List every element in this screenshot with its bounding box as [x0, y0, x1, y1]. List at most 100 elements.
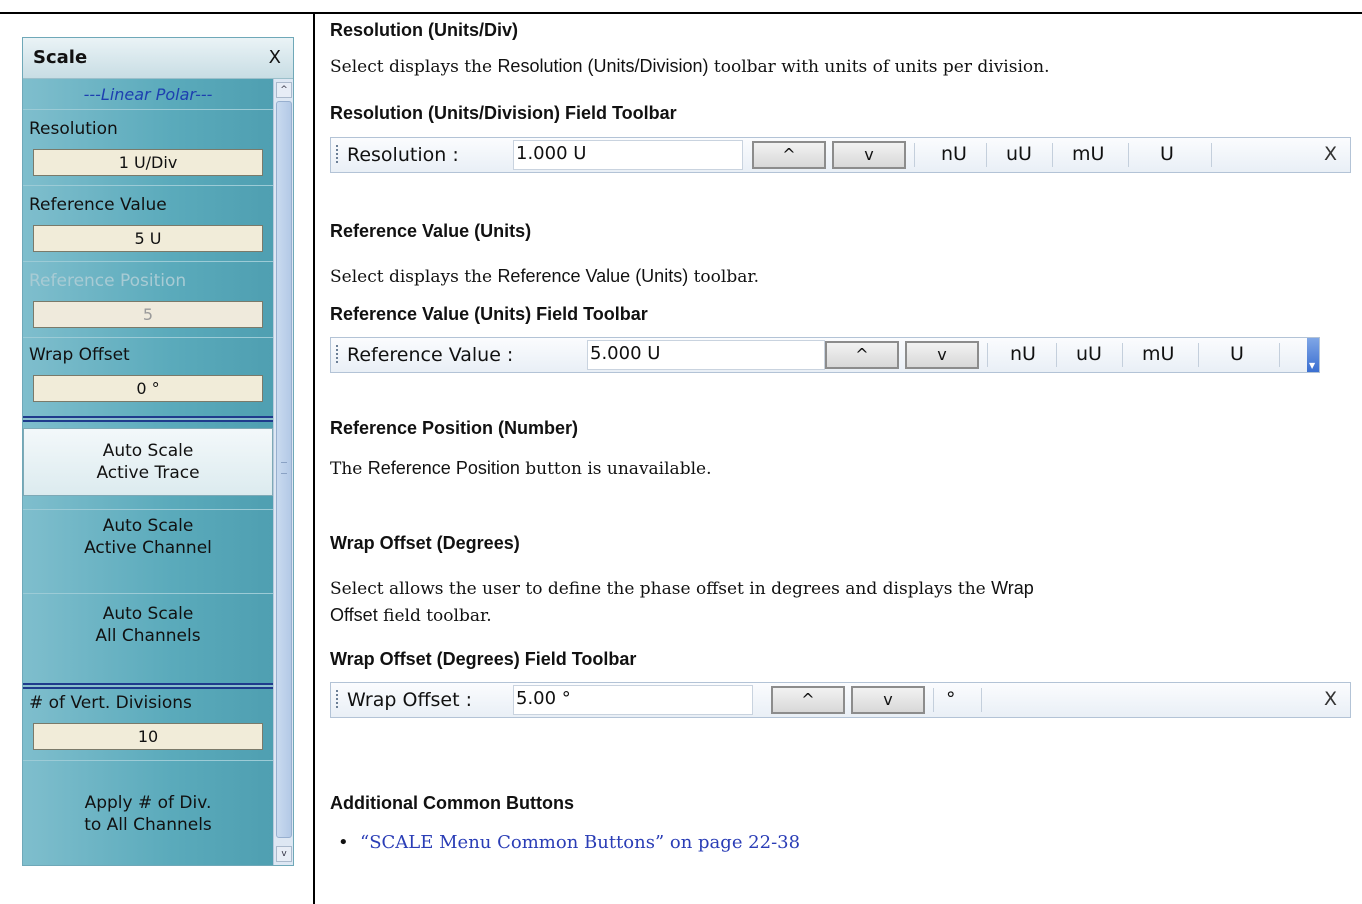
unit-uU-button[interactable]: uU [1076, 343, 1102, 365]
menu-heading: ---Linear Polar--- [83, 85, 213, 104]
unit-mU-button[interactable]: mU [1142, 343, 1174, 365]
heading-reference-value: Reference Value (Units) [330, 221, 532, 241]
toolbar-label: Reference Value : [347, 344, 514, 366]
separator [23, 593, 273, 594]
button-line: Auto Scale [102, 516, 194, 536]
unit-U-button[interactable]: U [1230, 343, 1244, 365]
heading-resolution: Resolution (Units/Div) [330, 20, 518, 40]
unit-uU-button[interactable]: uU [1006, 143, 1032, 165]
unit-mU-button[interactable]: mU [1072, 143, 1104, 165]
separator [914, 143, 915, 167]
text: button is unavailable. [519, 459, 712, 479]
unit-nU-button[interactable]: nU [1010, 343, 1036, 365]
separator [1052, 143, 1053, 167]
link-text: “SCALE Menu Common Buttons” on page 22-3… [360, 832, 801, 853]
separator [23, 109, 273, 110]
para-reference-value: Select displays the Reference Value (Uni… [330, 263, 759, 290]
separator [1128, 143, 1129, 167]
reference-value-input[interactable]: 5.000 U [587, 340, 825, 370]
resolution-toolbar: Resolution : 1.000 U ^ v nU uU mU U X [330, 137, 1351, 173]
increment-button[interactable]: ^ [771, 686, 845, 714]
menu-column: ---Linear Polar--- Resolution 1 U/Div Re… [23, 79, 273, 865]
decrement-button[interactable]: v [851, 686, 925, 714]
button-line: Active Channel [84, 538, 212, 558]
heading-wrap-offset: Wrap Offset (Degrees) [330, 533, 520, 553]
separator [1211, 143, 1212, 167]
wrap-offset-field[interactable]: 0 ° [33, 375, 263, 402]
vert-divisions-field[interactable]: 10 [33, 723, 263, 750]
close-icon[interactable]: X [1324, 688, 1337, 710]
separator [986, 143, 987, 167]
text: Select allows the user to define the pha… [330, 579, 992, 599]
apply-div-all-channels-button[interactable]: Apply # of Div. to All Channels [23, 792, 273, 852]
button-line: Auto Scale [102, 441, 194, 461]
button-line: Apply # of Div. [84, 793, 212, 813]
separator [1056, 343, 1057, 367]
toolbar-grip-icon[interactable] [336, 145, 338, 165]
increment-button[interactable]: ^ [825, 341, 899, 369]
separator [23, 509, 273, 510]
reference-position-field: 5 [33, 301, 263, 328]
decrement-button[interactable]: v [905, 341, 979, 369]
text: Select displays the [330, 267, 498, 287]
wrap-offset-toolbar: Wrap Offset : 5.00 ° ^ v ° X [330, 682, 1351, 718]
separator [933, 688, 934, 712]
separator [981, 688, 982, 712]
toolbar-grip-icon[interactable] [336, 345, 338, 365]
button-line: to All Channels [84, 815, 212, 835]
button-line: Active Trace [96, 463, 200, 483]
auto-scale-active-channel-button[interactable]: Auto Scale Active Channel [23, 515, 273, 583]
separator [1198, 343, 1199, 367]
toolbar-grip-icon[interactable] [336, 690, 338, 710]
button-line: Auto Scale [102, 604, 194, 624]
auto-scale-active-trace-button[interactable]: Auto Scale Active Trace [23, 428, 273, 496]
scroll-up-icon[interactable]: ^ [276, 82, 292, 98]
resolution-input[interactable]: 1.000 U [513, 140, 743, 170]
button-line: All Channels [95, 626, 201, 646]
reference-value-toolbar: Reference Value : 5.000 U ^ v nU uU mU U… [330, 337, 1320, 373]
close-icon[interactable]: X [269, 47, 281, 68]
common-buttons-link[interactable]: • “SCALE Menu Common Buttons” on page 22-… [338, 832, 801, 853]
increment-button[interactable]: ^ [752, 141, 826, 169]
bullet-icon: • [338, 832, 349, 853]
separator [23, 261, 273, 262]
ui-term: Offset [330, 605, 378, 625]
decrement-button[interactable]: v [832, 141, 906, 169]
menu-title: Scale [33, 47, 88, 68]
para-reference-position: The Reference Position button is unavail… [330, 455, 711, 482]
scroll-thumb[interactable] [276, 101, 292, 838]
heading-wrap-toolbar: Wrap Offset (Degrees) Field Toolbar [330, 649, 637, 669]
ui-term: Reference Position [367, 458, 520, 478]
text: toolbar. [688, 267, 760, 287]
overflow-chevron-icon[interactable]: ▼ [1307, 338, 1319, 372]
separator [1122, 343, 1123, 367]
toolbar-label: Wrap Offset : [347, 689, 473, 711]
grip-icon [281, 462, 287, 474]
unit-U-button[interactable]: U [1160, 143, 1174, 165]
ui-term: Resolution (Units/Division) [497, 56, 709, 76]
vert-divisions-label: # of Vert. Divisions [29, 693, 192, 713]
resolution-field[interactable]: 1 U/Div [33, 149, 263, 176]
scroll-down-icon[interactable]: v [276, 846, 292, 862]
heading-reference-position: Reference Position (Number) [330, 418, 579, 438]
menu-title-bar: Scale X [23, 38, 293, 79]
wrap-offset-input[interactable]: 5.00 ° [513, 685, 753, 715]
wrap-offset-label: Wrap Offset [29, 345, 130, 365]
unit-degree-button[interactable]: ° [946, 688, 956, 710]
close-icon[interactable]: X [1324, 143, 1337, 165]
para-resolution: Select displays the Resolution (Units/Di… [330, 53, 1049, 80]
para-wrap-offset: Select allows the user to define the pha… [330, 575, 1350, 629]
top-rule [0, 12, 1362, 14]
column-divider [313, 12, 315, 904]
heading-reference-toolbar: Reference Value (Units) Field Toolbar [330, 304, 648, 324]
auto-scale-all-channels-button[interactable]: Auto Scale All Channels [23, 603, 273, 671]
ui-term: Wrap [991, 578, 1034, 598]
reference-value-field[interactable]: 5 U [33, 225, 263, 252]
menu-scrollbar[interactable]: ^ v [273, 79, 293, 865]
unit-nU-button[interactable]: nU [941, 143, 967, 165]
separator [23, 337, 273, 338]
reference-value-label: Reference Value [29, 195, 167, 215]
separator [23, 760, 273, 761]
text: field toolbar. [377, 606, 492, 626]
resolution-label: Resolution [29, 119, 118, 139]
